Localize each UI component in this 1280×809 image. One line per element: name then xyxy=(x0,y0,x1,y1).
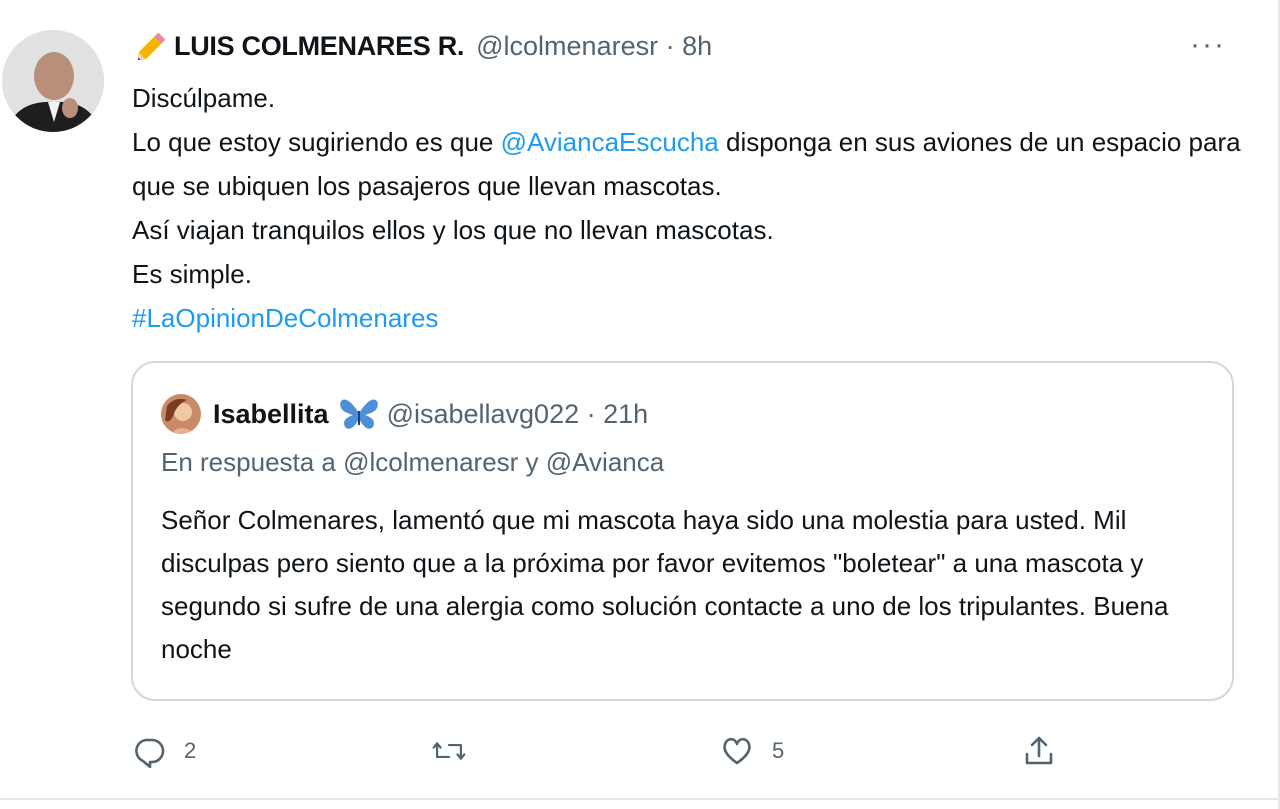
author-handle-time[interactable]: @lcolmenaresr · 8h xyxy=(476,31,712,62)
tweet-line: Es simple. xyxy=(132,259,252,289)
share-button[interactable] xyxy=(1022,728,1056,774)
retweet-button[interactable] xyxy=(432,728,466,774)
reply-count: 2 xyxy=(184,738,197,763)
tweet-actions: 2 5 xyxy=(0,728,1280,774)
quoted-tweet-text: Señor Colmenares, lamentó que mi mascota… xyxy=(161,505,1169,664)
reply-icon xyxy=(135,738,165,768)
like-button[interactable]: 5 xyxy=(720,728,784,774)
more-options-icon[interactable]: ··· xyxy=(1190,30,1226,60)
tweet-line: Discúlpame. xyxy=(132,83,276,113)
divider xyxy=(0,798,1278,800)
author-name[interactable]: LUIS COLMENARES R. xyxy=(174,31,464,62)
quoted-author-name[interactable]: Isabellita xyxy=(213,399,329,430)
tweet-header: LUIS COLMENARES R. @lcolmenaresr · 8h xyxy=(132,26,712,66)
tweet-card[interactable]: LUIS COLMENARES R. @lcolmenaresr · 8h ··… xyxy=(0,0,1280,809)
reply-button[interactable]: 2 xyxy=(132,728,196,774)
like-count: 5 xyxy=(772,738,785,763)
pencil-icon xyxy=(137,32,166,61)
tweet-text-segment: Lo que estoy sugiriendo es que xyxy=(132,127,501,157)
tweet-line: Así viajan tranquilos ellos y los que no… xyxy=(132,215,774,245)
author-avatar[interactable] xyxy=(2,30,104,132)
tweet-text: Discúlpame. Lo que estoy sugiriendo es q… xyxy=(132,76,1242,340)
quoted-tweet[interactable]: Isabellita @isabellavg022 · 21h En respu… xyxy=(131,361,1234,701)
like-icon xyxy=(723,737,751,765)
quoted-tweet-header: Isabellita @isabellavg022 · 21h xyxy=(161,393,648,435)
share-icon xyxy=(1025,736,1053,765)
retweet-icon xyxy=(432,742,466,760)
butterfly-icon xyxy=(339,399,378,429)
hashtag-link[interactable]: #LaOpinionDeColmenares xyxy=(132,296,1242,340)
mention-link[interactable]: @AviancaEscucha xyxy=(501,127,719,157)
reply-context: En respuesta a @lcolmenaresr y @Avianca xyxy=(161,447,665,477)
tweet-line: Lo que estoy sugiriendo es que @AviancaE… xyxy=(132,120,1242,208)
quoted-author-avatar[interactable] xyxy=(161,394,201,434)
quoted-author-handle-time[interactable]: @isabellavg022 · 21h xyxy=(387,399,649,430)
